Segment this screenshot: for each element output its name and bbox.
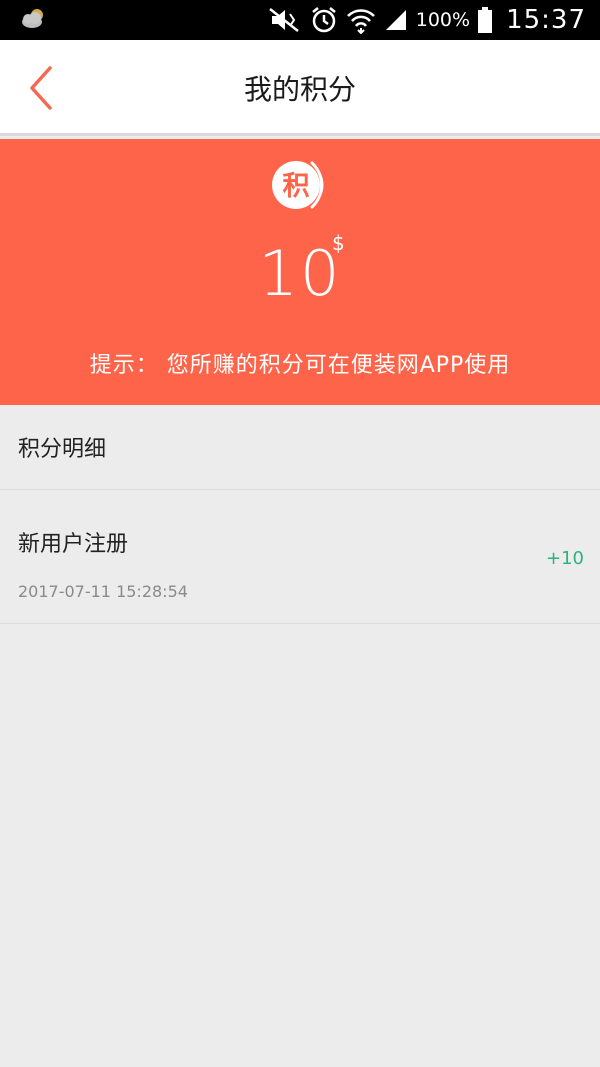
status-icons: 100% 15:37 [268, 0, 586, 40]
battery-icon [478, 7, 493, 33]
status-bar: 100% 15:37 [0, 0, 600, 40]
page-title: 我的积分 [243, 73, 356, 106]
record-title: 新用户注册 [18, 532, 129, 557]
list-item[interactable]: 新用户注册 2017-07-11 15:28:54 +10 [0, 490, 600, 624]
chevron-left-icon [30, 66, 52, 110]
signal-icon [385, 10, 406, 30]
nav-bar: 我的积分 [0, 40, 600, 136]
points-banner: 积 10 $ 提示： 您所赚的积分可在便装网APP使用 [0, 139, 600, 405]
back-button[interactable] [22, 64, 62, 112]
points-value: 10 [258, 237, 342, 310]
points-badge-icon: 积 [272, 161, 324, 209]
record-time: 2017-07-11 15:28:54 [18, 582, 188, 601]
points-unit: $ [332, 231, 345, 255]
battery-percent: 100% [415, 9, 471, 31]
badge-char: 积 [283, 171, 310, 202]
mute-icon [268, 8, 299, 32]
alarm-icon [311, 7, 336, 33]
weather-icon [22, 9, 43, 28]
points-detail-header: 积分明细 [0, 405, 600, 490]
record-points: +10 [546, 548, 584, 569]
points-tip: 提示： 您所赚的积分可在便装网APP使用 [89, 353, 511, 378]
wifi-icon [346, 9, 375, 34]
status-clock: 15:37 [506, 5, 586, 35]
